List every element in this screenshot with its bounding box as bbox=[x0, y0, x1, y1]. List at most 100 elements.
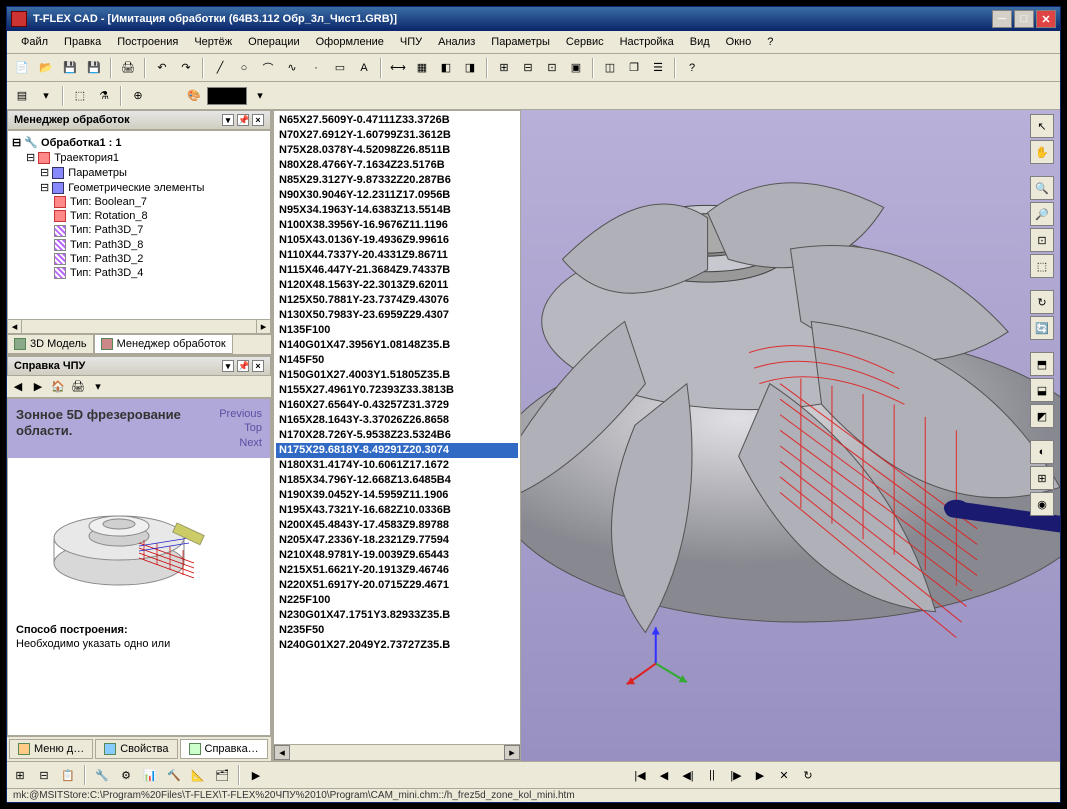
text-tool[interactable]: A bbox=[353, 57, 375, 79]
view-tool-1[interactable]: ⊞ bbox=[493, 57, 515, 79]
gcode-line[interactable]: N220X51.6917Y-20.0715Z29.4671 bbox=[276, 578, 518, 593]
vp-zoom-window[interactable]: ⬚ bbox=[1030, 254, 1054, 278]
arc-tool[interactable]: ⌒ bbox=[257, 57, 279, 79]
gcode-line[interactable]: N155X27.4961Y0.72393Z33.3813B bbox=[276, 383, 518, 398]
tree-item[interactable]: ⊟ Параметры bbox=[12, 165, 266, 180]
vp-zoom-out[interactable]: 🔎 bbox=[1030, 202, 1054, 226]
gcode-line[interactable]: N230G01X47.1751Y3.82933Z35.B bbox=[276, 608, 518, 623]
bt-6[interactable]: 📊 bbox=[139, 764, 161, 786]
tree-item[interactable]: Тип: Path3D_4 bbox=[12, 266, 266, 280]
bt-2[interactable]: ⊟ bbox=[33, 764, 55, 786]
vp-select[interactable]: ↖ bbox=[1030, 114, 1054, 138]
point-tool[interactable]: · bbox=[305, 57, 327, 79]
menu-Чертёж[interactable]: Чертёж bbox=[186, 33, 240, 51]
help-back[interactable]: ◀ bbox=[9, 378, 27, 396]
menu-Построения[interactable]: Построения bbox=[109, 33, 186, 51]
help-link-next[interactable]: Next bbox=[239, 437, 262, 449]
playback-step-back[interactable]: ◀| bbox=[677, 764, 699, 786]
vp-shade[interactable]: ◐ bbox=[1030, 440, 1054, 464]
playback-loop[interactable]: ↻ bbox=[797, 764, 819, 786]
playback-rewind[interactable]: ◀ bbox=[653, 764, 675, 786]
menu-Настройка[interactable]: Настройка bbox=[612, 33, 682, 51]
layer-dd[interactable]: ▾ bbox=[35, 85, 57, 107]
view-tool-3[interactable]: ⊡ bbox=[541, 57, 563, 79]
gcode-line[interactable]: N140G01X47.3956Y1.08148Z35.B bbox=[276, 338, 518, 353]
gcode-line[interactable]: N125X50.7881Y-23.7374Z9.43076 bbox=[276, 293, 518, 308]
line-tool[interactable]: ╱ bbox=[209, 57, 231, 79]
menu-ЧПУ[interactable]: ЧПУ bbox=[392, 33, 430, 51]
bt-5[interactable]: ⚙ bbox=[115, 764, 137, 786]
save-all-button[interactable]: 💾 bbox=[83, 57, 105, 79]
print-button[interactable]: 🖨 bbox=[117, 57, 139, 79]
gcode-line[interactable]: N130X50.7983Y-23.6959Z29.4307 bbox=[276, 308, 518, 323]
window-tile[interactable]: ◫ bbox=[599, 57, 621, 79]
bt-7[interactable]: 🔨 bbox=[163, 764, 185, 786]
gcode-line[interactable]: N150G01X27.4003Y1.51805Z35.B bbox=[276, 368, 518, 383]
tree-scroll-left[interactable]: ◂ bbox=[8, 320, 22, 333]
tree-item[interactable]: ⊟ Траектория1 bbox=[12, 150, 266, 165]
tree-root[interactable]: ⊟ 🔧 Обработка1 : 1 bbox=[12, 135, 266, 150]
gcode-line[interactable]: N65X27.5609Y-0.47111Z33.3726B bbox=[276, 113, 518, 128]
open-button[interactable]: 📂 bbox=[35, 57, 57, 79]
redo-button[interactable]: ↷ bbox=[175, 57, 197, 79]
menu-Окно[interactable]: Окно bbox=[718, 33, 760, 51]
gcode-line[interactable]: N180X31.4174Y-10.6061Z17.1672 bbox=[276, 458, 518, 473]
help-pin-icon[interactable]: 📌 bbox=[237, 360, 249, 372]
tab-machining-manager[interactable]: Менеджер обработок bbox=[94, 335, 233, 354]
tool-a[interactable]: ◧ bbox=[435, 57, 457, 79]
vp-orbit[interactable]: 🔄 bbox=[1030, 316, 1054, 340]
rect-tool[interactable]: ▭ bbox=[329, 57, 351, 79]
scroll-right-icon[interactable]: ▸ bbox=[504, 745, 520, 760]
help-dd-icon[interactable]: ▾ bbox=[222, 360, 234, 372]
maximize-button[interactable]: □ bbox=[1014, 10, 1034, 28]
gcode-line[interactable]: N160X27.6564Y-0.43257Z31.3729 bbox=[276, 398, 518, 413]
gcode-line[interactable]: N115X46.447Y-21.3684Z9.74337B bbox=[276, 263, 518, 278]
menu-Файл[interactable]: Файл bbox=[13, 33, 56, 51]
gcode-line[interactable]: N70X27.6912Y-1.60799Z31.3612B bbox=[276, 128, 518, 143]
vp-render[interactable]: ◉ bbox=[1030, 492, 1054, 516]
bt-sim[interactable]: ▶ bbox=[245, 764, 267, 786]
gcode-line[interactable]: N200X45.4843Y-17.4583Z9.89788 bbox=[276, 518, 518, 533]
playback-skip-start[interactable]: |◀ bbox=[629, 764, 651, 786]
help-link-top[interactable]: Top bbox=[244, 422, 262, 434]
snap-tool[interactable]: ⊕ bbox=[127, 85, 149, 107]
playback-step-fwd[interactable]: |▶ bbox=[725, 764, 747, 786]
gcode-line[interactable]: N105X43.0136Y-19.4936Z9.99616 bbox=[276, 233, 518, 248]
menu-Параметры[interactable]: Параметры bbox=[483, 33, 558, 51]
gcode-hscroll[interactable]: ◂ ▸ bbox=[274, 744, 520, 760]
bt-1[interactable]: ⊞ bbox=[9, 764, 31, 786]
tree-item[interactable]: Тип: Boolean_7 bbox=[12, 195, 266, 209]
vp-wire[interactable]: ⊞ bbox=[1030, 466, 1054, 490]
tool-b[interactable]: ◨ bbox=[459, 57, 481, 79]
window-cascade[interactable]: ❐ bbox=[623, 57, 645, 79]
tree-item[interactable]: Тип: Path3D_7 bbox=[12, 223, 266, 237]
help-menu[interactable]: ▾ bbox=[89, 378, 107, 396]
gcode-line[interactable]: N145F50 bbox=[276, 353, 518, 368]
window-list[interactable]: ☰ bbox=[647, 57, 669, 79]
filter-tool[interactable]: ⚗ bbox=[93, 85, 115, 107]
help-close-icon[interactable]: × bbox=[252, 360, 264, 372]
manager-close-icon[interactable]: × bbox=[252, 114, 264, 126]
layer-tool[interactable]: ▤ bbox=[11, 85, 33, 107]
3d-viewport[interactable]: ↖ ✋ 🔍 🔎 ⊡ ⬚ ↻ 🔄 ⬒ ⬓ ◩ ◐ ⊞ ◉ bbox=[521, 110, 1060, 761]
gcode-line[interactable]: N85X29.3127Y-9.87332Z20.287B6 bbox=[276, 173, 518, 188]
vp-zoom-fit[interactable]: ⊡ bbox=[1030, 228, 1054, 252]
bt-4[interactable]: 🔧 bbox=[91, 764, 113, 786]
color-dd[interactable]: ▾ bbox=[249, 85, 271, 107]
spline-tool[interactable]: ∿ bbox=[281, 57, 303, 79]
gcode-line[interactable]: N80X28.4766Y-7.1634Z23.5176B bbox=[276, 158, 518, 173]
view-tool-4[interactable]: ▣ bbox=[565, 57, 587, 79]
gcode-line[interactable]: N75X28.0378Y-4.52098Z26.8511B bbox=[276, 143, 518, 158]
menu-Правка[interactable]: Правка bbox=[56, 33, 109, 51]
help-print[interactable]: 🖨 bbox=[69, 378, 87, 396]
gcode-line[interactable]: N195X43.7321Y-16.682Z10.0336B bbox=[276, 503, 518, 518]
vp-zoom-in[interactable]: 🔍 bbox=[1030, 176, 1054, 200]
minimize-button[interactable]: ─ bbox=[992, 10, 1012, 28]
scroll-left-icon[interactable]: ◂ bbox=[274, 745, 290, 760]
gcode-line[interactable]: N95X34.1963Y-14.6383Z13.5514B bbox=[276, 203, 518, 218]
btab-help[interactable]: Справка… bbox=[180, 739, 268, 759]
gcode-line[interactable]: N120X48.1563Y-22.3013Z9.62011 bbox=[276, 278, 518, 293]
close-button[interactable]: ✕ bbox=[1036, 10, 1056, 28]
dim-tool[interactable]: ⟷ bbox=[387, 57, 409, 79]
save-button[interactable]: 💾 bbox=[59, 57, 81, 79]
